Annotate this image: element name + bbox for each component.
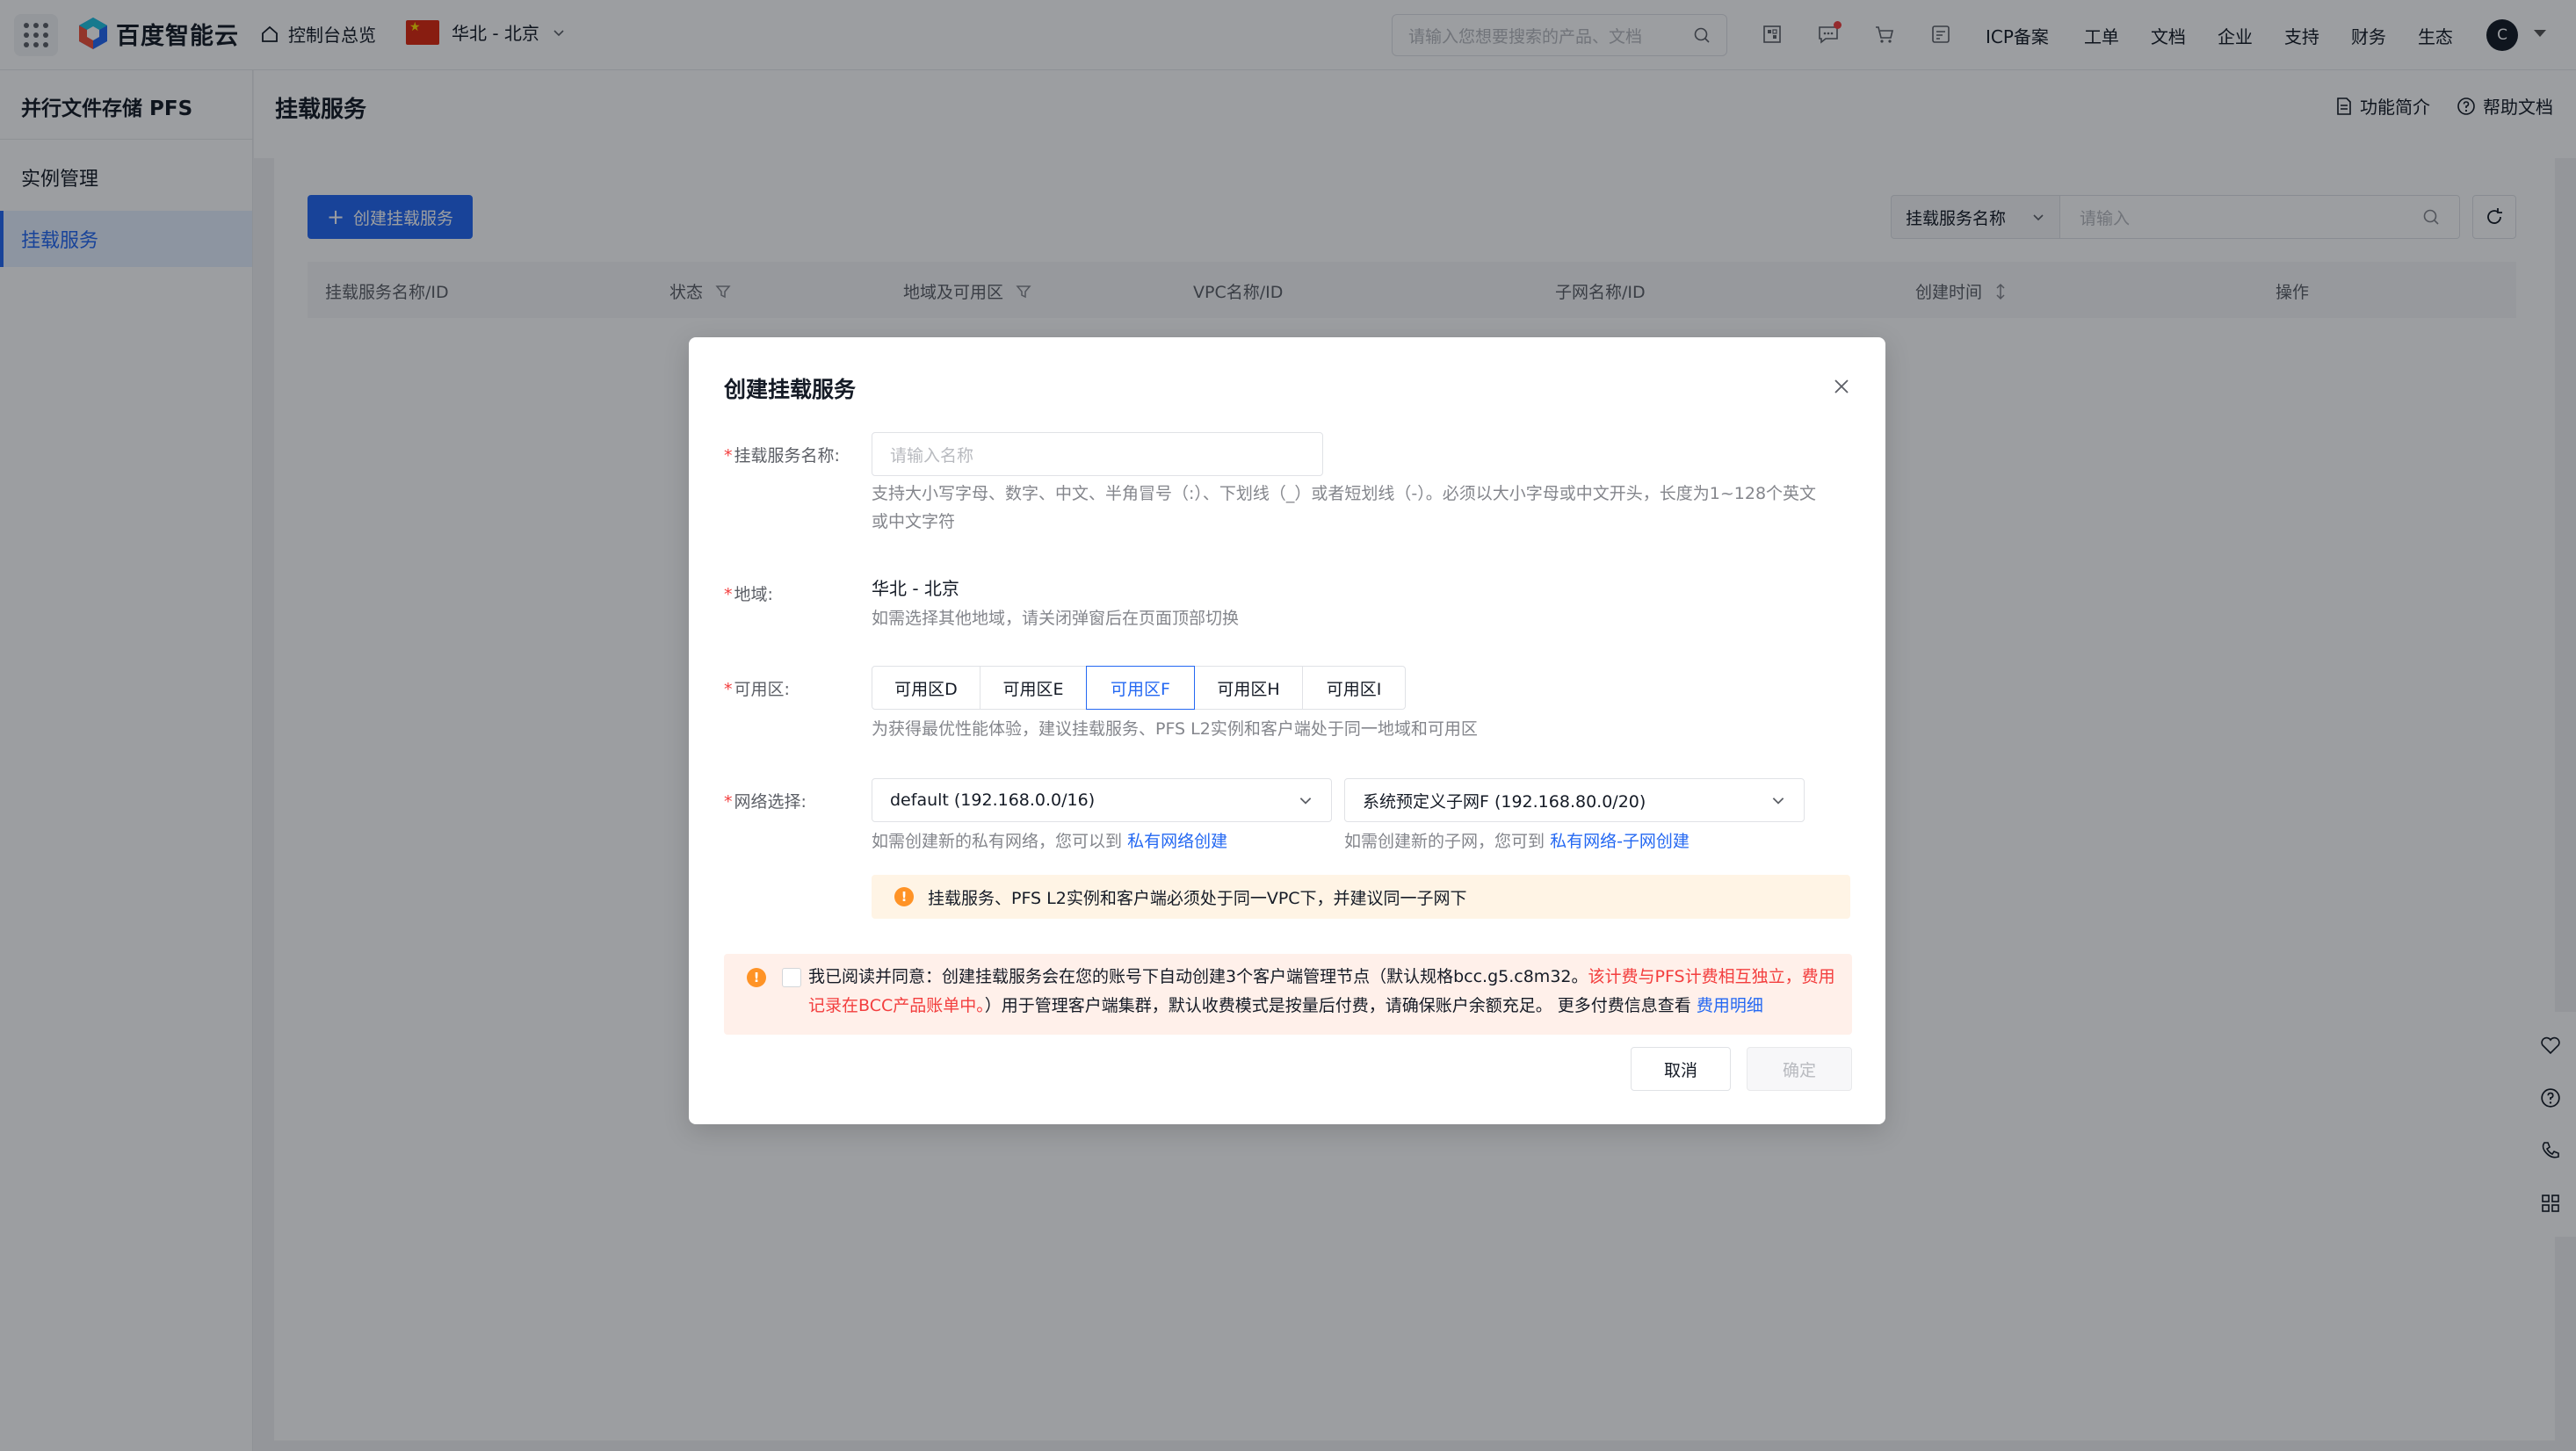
name-hint: 支持大小写字母、数字、中文、半角冒号（:）、下划线（_）或者短划线（-）。必须以… [872,484,1817,531]
close-icon[interactable] [1829,374,1854,399]
network-warning-text: 挂载服务、PFS L2实例和客户端必须处于同一VPC下，并建议同一子网下 [928,888,1467,908]
region-label: * 地域: [724,585,773,604]
network-label-text: 网络选择: [734,792,807,812]
region-value: 华北 - 北京 [872,578,959,599]
az-hint: 为获得最优性能体验，建议挂载服务、PFS L2实例和客户端处于同一地域和可用区 [872,719,1478,739]
az-label: * 可用区: [724,680,790,699]
network-warning-banner: ! 挂载服务、PFS L2实例和客户端必须处于同一VPC下，并建议同一子网下 [872,875,1850,919]
mount-service-name-input[interactable]: 请输入名称 [872,432,1323,476]
name-label-text: 挂载服务名称: [734,446,840,466]
subnet-hint: 如需创建新的子网，您可到 私有网络-子网创建 [1344,827,1690,855]
agreement-suffix: ）用于管理客户端集群，默认收费模式是按量后付费，请确保账户余额充足。 更多付费信… [984,996,1697,1015]
az-option-i[interactable]: 可用区I [1302,666,1406,710]
warning-icon: ! [747,968,766,987]
subnet-create-link[interactable]: 私有网络-子网创建 [1550,832,1690,851]
az-option-f[interactable]: 可用区F [1086,666,1195,710]
cancel-button[interactable]: 取消 [1631,1047,1731,1091]
subnet-select[interactable]: 系统预定义子网F (192.168.80.0/20) [1344,778,1805,822]
vpc-select-value: default (192.168.0.0/16) [890,790,1096,810]
warning-icon: ! [894,887,914,906]
az-label-text: 可用区: [734,680,790,699]
fee-details-link[interactable]: 费用明细 [1697,996,1763,1015]
agreement-prefix: 我已阅读并同意：创建挂载服务会在您的账号下自动创建3个客户端管理节点（默认规格b… [808,967,1588,986]
region-label-text: 地域: [734,585,773,604]
subnet-select-value: 系统预定义子网F (192.168.80.0/20) [1363,791,1646,812]
az-option-d[interactable]: 可用区D [872,666,980,710]
create-mount-service-dialog: 创建挂载服务 * 挂载服务名称: 请输入名称 支持大小写字母、数字、中文、半角冒号… [689,337,1885,1124]
vpc-create-link[interactable]: 私有网络创建 [1127,832,1227,851]
region-hint: 如需选择其他地域，请关闭弹窗后在页面顶部切换 [872,609,1240,628]
agreement-text: 我已阅读并同意：创建挂载服务会在您的账号下自动创建3个客户端管理节点（默认规格b… [808,963,1836,1021]
dialog-title: 创建挂载服务 [724,377,857,402]
subnet-hint-text: 如需创建新的子网，您可到 [1344,832,1545,851]
az-option-e[interactable]: 可用区E [980,666,1087,710]
vpc-hint-text: 如需创建新的私有网络，您可以到 [872,832,1123,851]
agreement-banner: ! 我已阅读并同意：创建挂载服务会在您的账号下自动创建3个客户端管理节点（默认规… [724,954,1852,1035]
confirm-button[interactable]: 确定 [1747,1047,1852,1091]
vpc-hint: 如需创建新的私有网络，您可以到 私有网络创建 [872,827,1227,855]
chevron-down-icon [1772,798,1784,805]
name-input-placeholder: 请输入名称 [890,445,974,466]
chevron-down-icon [1299,798,1312,805]
az-option-h[interactable]: 可用区H [1194,666,1303,710]
az-radio-group: 可用区D 可用区E 可用区F 可用区H 可用区I [872,666,1406,710]
network-label: * 网络选择: [724,792,807,812]
vpc-select[interactable]: default (192.168.0.0/16) [872,778,1332,822]
name-label: * 挂载服务名称: [724,446,840,466]
agreement-checkbox[interactable] [782,968,801,987]
